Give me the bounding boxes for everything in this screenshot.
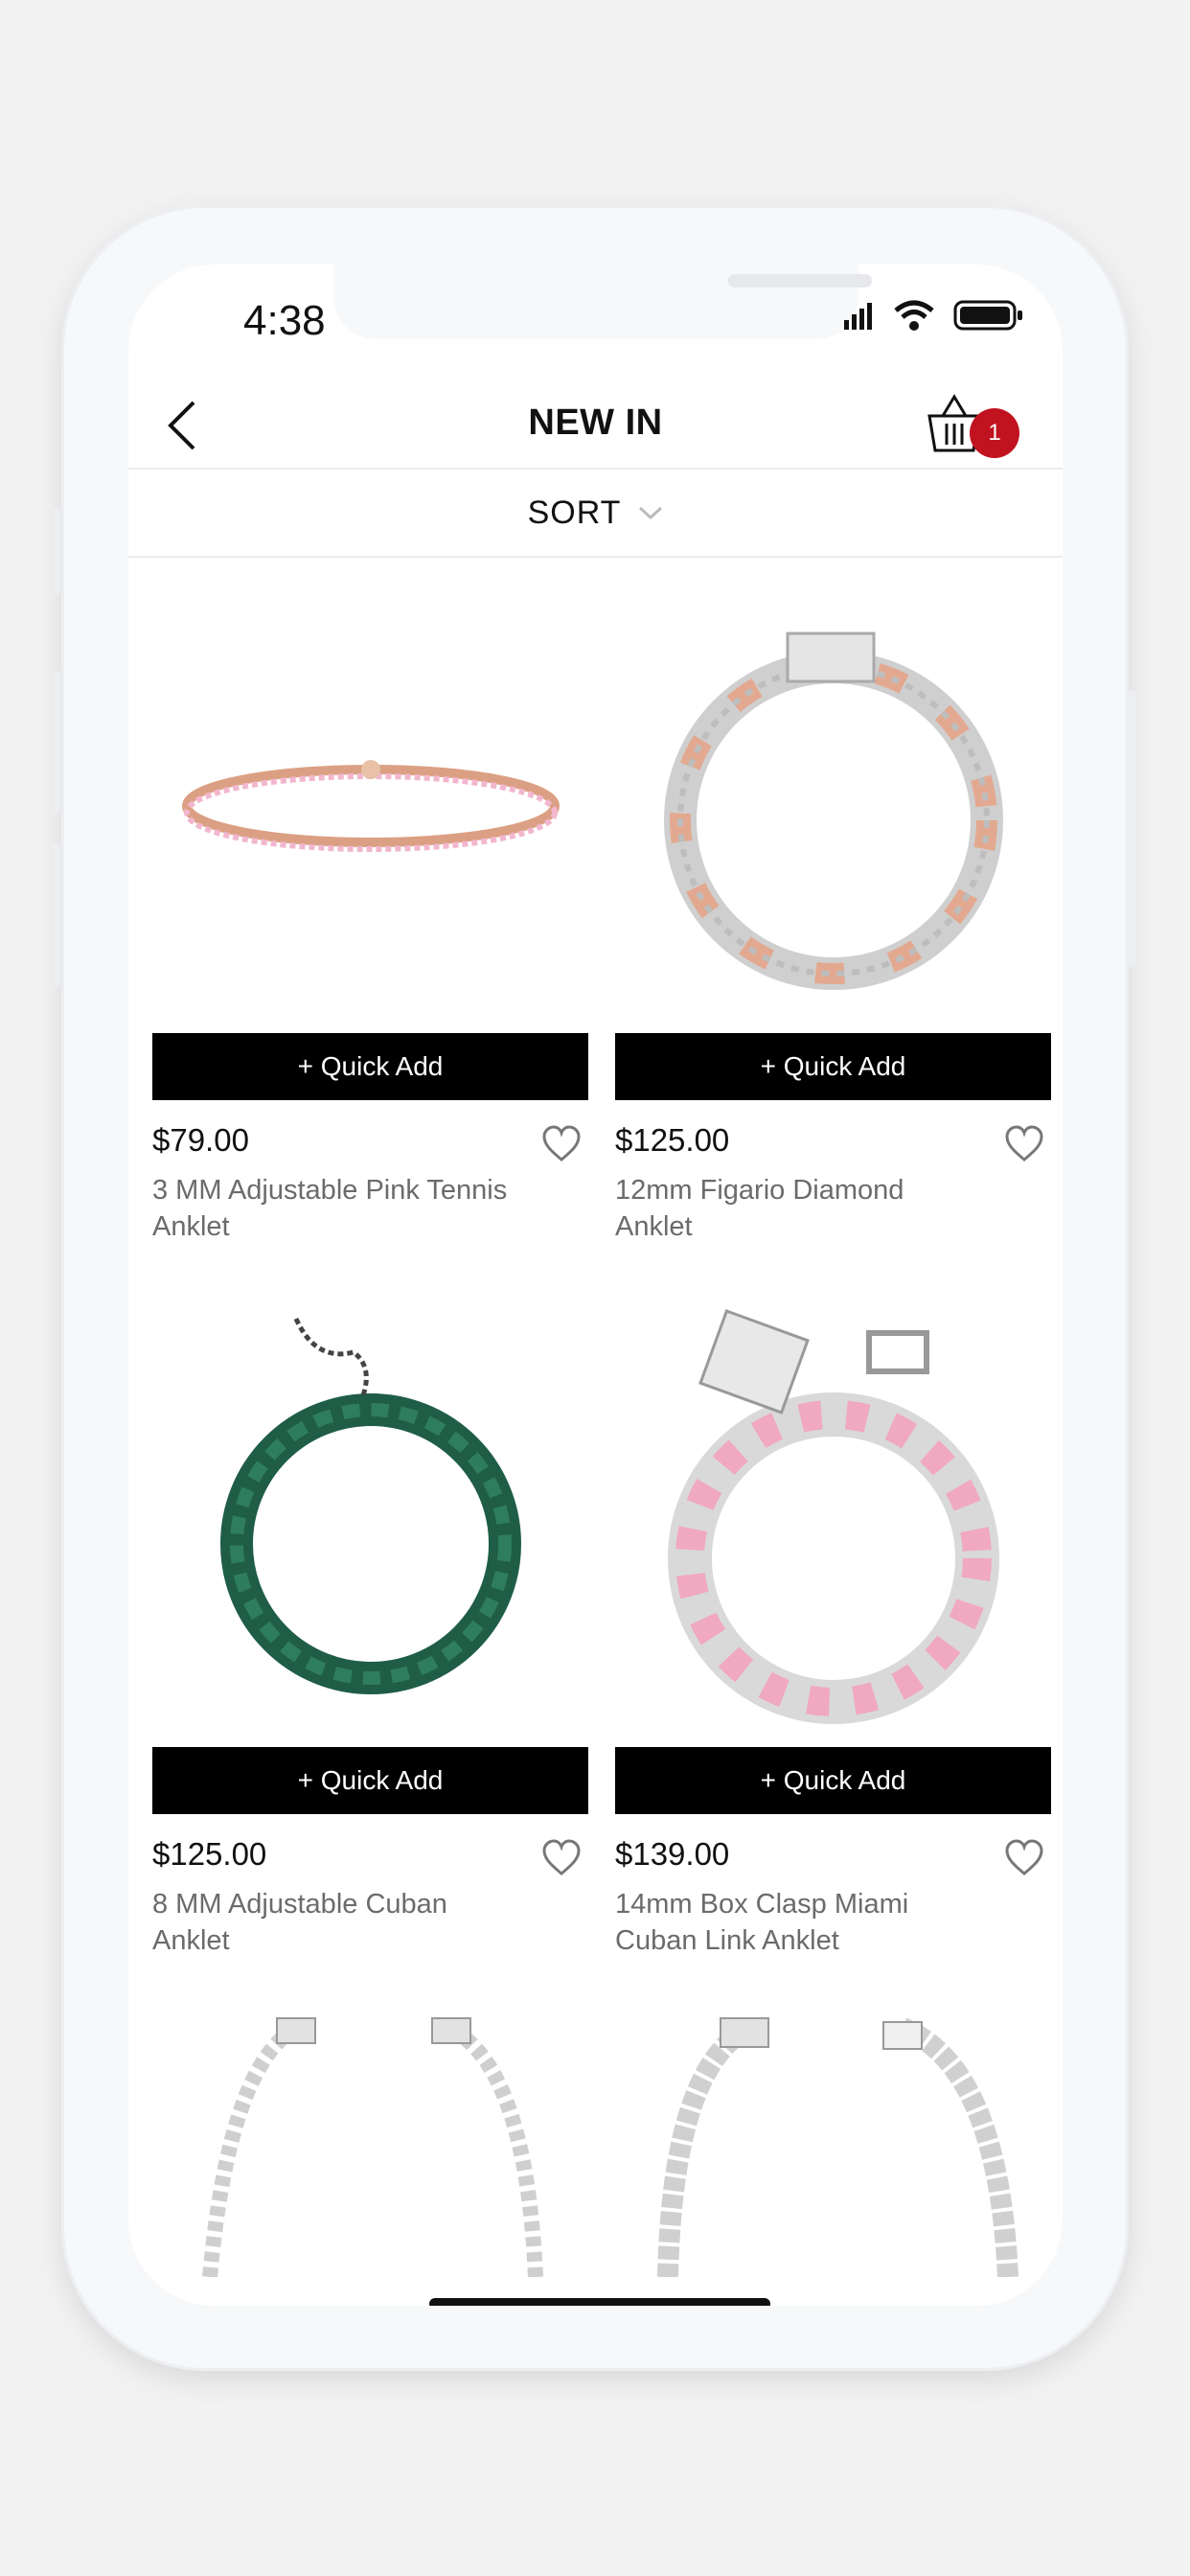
quick-add-button[interactable]: + Quick Add (152, 1747, 588, 1814)
status-time: 4:38 (243, 297, 326, 344)
home-indicator[interactable] (429, 2298, 770, 2306)
status-icons (842, 299, 1024, 332)
product-price: $139.00 (615, 1836, 730, 1872)
product-image-miami-cuban-anklet[interactable] (615, 1295, 1051, 1745)
product-price: $125.00 (615, 1122, 730, 1158)
heart-icon[interactable] (540, 1839, 583, 1877)
quick-add-button[interactable]: + Quick Add (152, 1033, 588, 1100)
wifi-icon (894, 300, 934, 331)
side-button-volume-up (53, 671, 60, 815)
app-screen: 4:38 NEW IN 1 SORT + Quick Add $79.00 3 … (128, 264, 1063, 2306)
sort-button[interactable]: SORT (128, 468, 1063, 558)
product-name[interactable]: 3 MM Adjustable Pink Tennis Anklet (152, 1172, 516, 1245)
heart-icon[interactable] (540, 1125, 583, 1163)
side-button-volume-down (53, 843, 60, 987)
product-price: $79.00 (152, 1122, 249, 1158)
heart-icon[interactable] (1003, 1839, 1045, 1877)
quick-add-button[interactable]: + Quick Add (615, 1747, 1051, 1814)
product-image-pink-tennis-anklet[interactable] (152, 581, 588, 1031)
chevron-down-icon (639, 506, 663, 520)
product-image-baguette-anklet[interactable] (615, 2009, 1051, 2277)
cart-count-badge: 1 (970, 408, 1019, 458)
product-price: $125.00 (152, 1836, 267, 1872)
side-button-mute (53, 508, 60, 594)
speaker (728, 274, 872, 288)
cart-button[interactable]: 1 (924, 389, 1019, 466)
product-image-flower-anklet[interactable] (152, 2009, 588, 2277)
page-title: NEW IN (528, 402, 663, 443)
side-button-power (1129, 690, 1136, 968)
battery-icon (953, 300, 1022, 331)
heart-icon[interactable] (1003, 1125, 1045, 1163)
sort-label: SORT (527, 494, 622, 531)
signal-icon (844, 303, 872, 330)
product-name[interactable]: 8 MM Adjustable Cuban Anklet (152, 1886, 516, 1959)
product-image-cuban-anklet[interactable] (152, 1295, 588, 1745)
product-image-figario-anklet[interactable] (615, 581, 1051, 1031)
product-name[interactable]: 14mm Box Clasp Miami Cuban Link Anklet (615, 1886, 979, 1959)
quick-add-button[interactable]: + Quick Add (615, 1033, 1051, 1100)
product-name[interactable]: 12mm Figario Diamond Anklet (615, 1172, 979, 1245)
notch (333, 264, 872, 339)
top-nav: NEW IN 1 (128, 370, 1063, 475)
